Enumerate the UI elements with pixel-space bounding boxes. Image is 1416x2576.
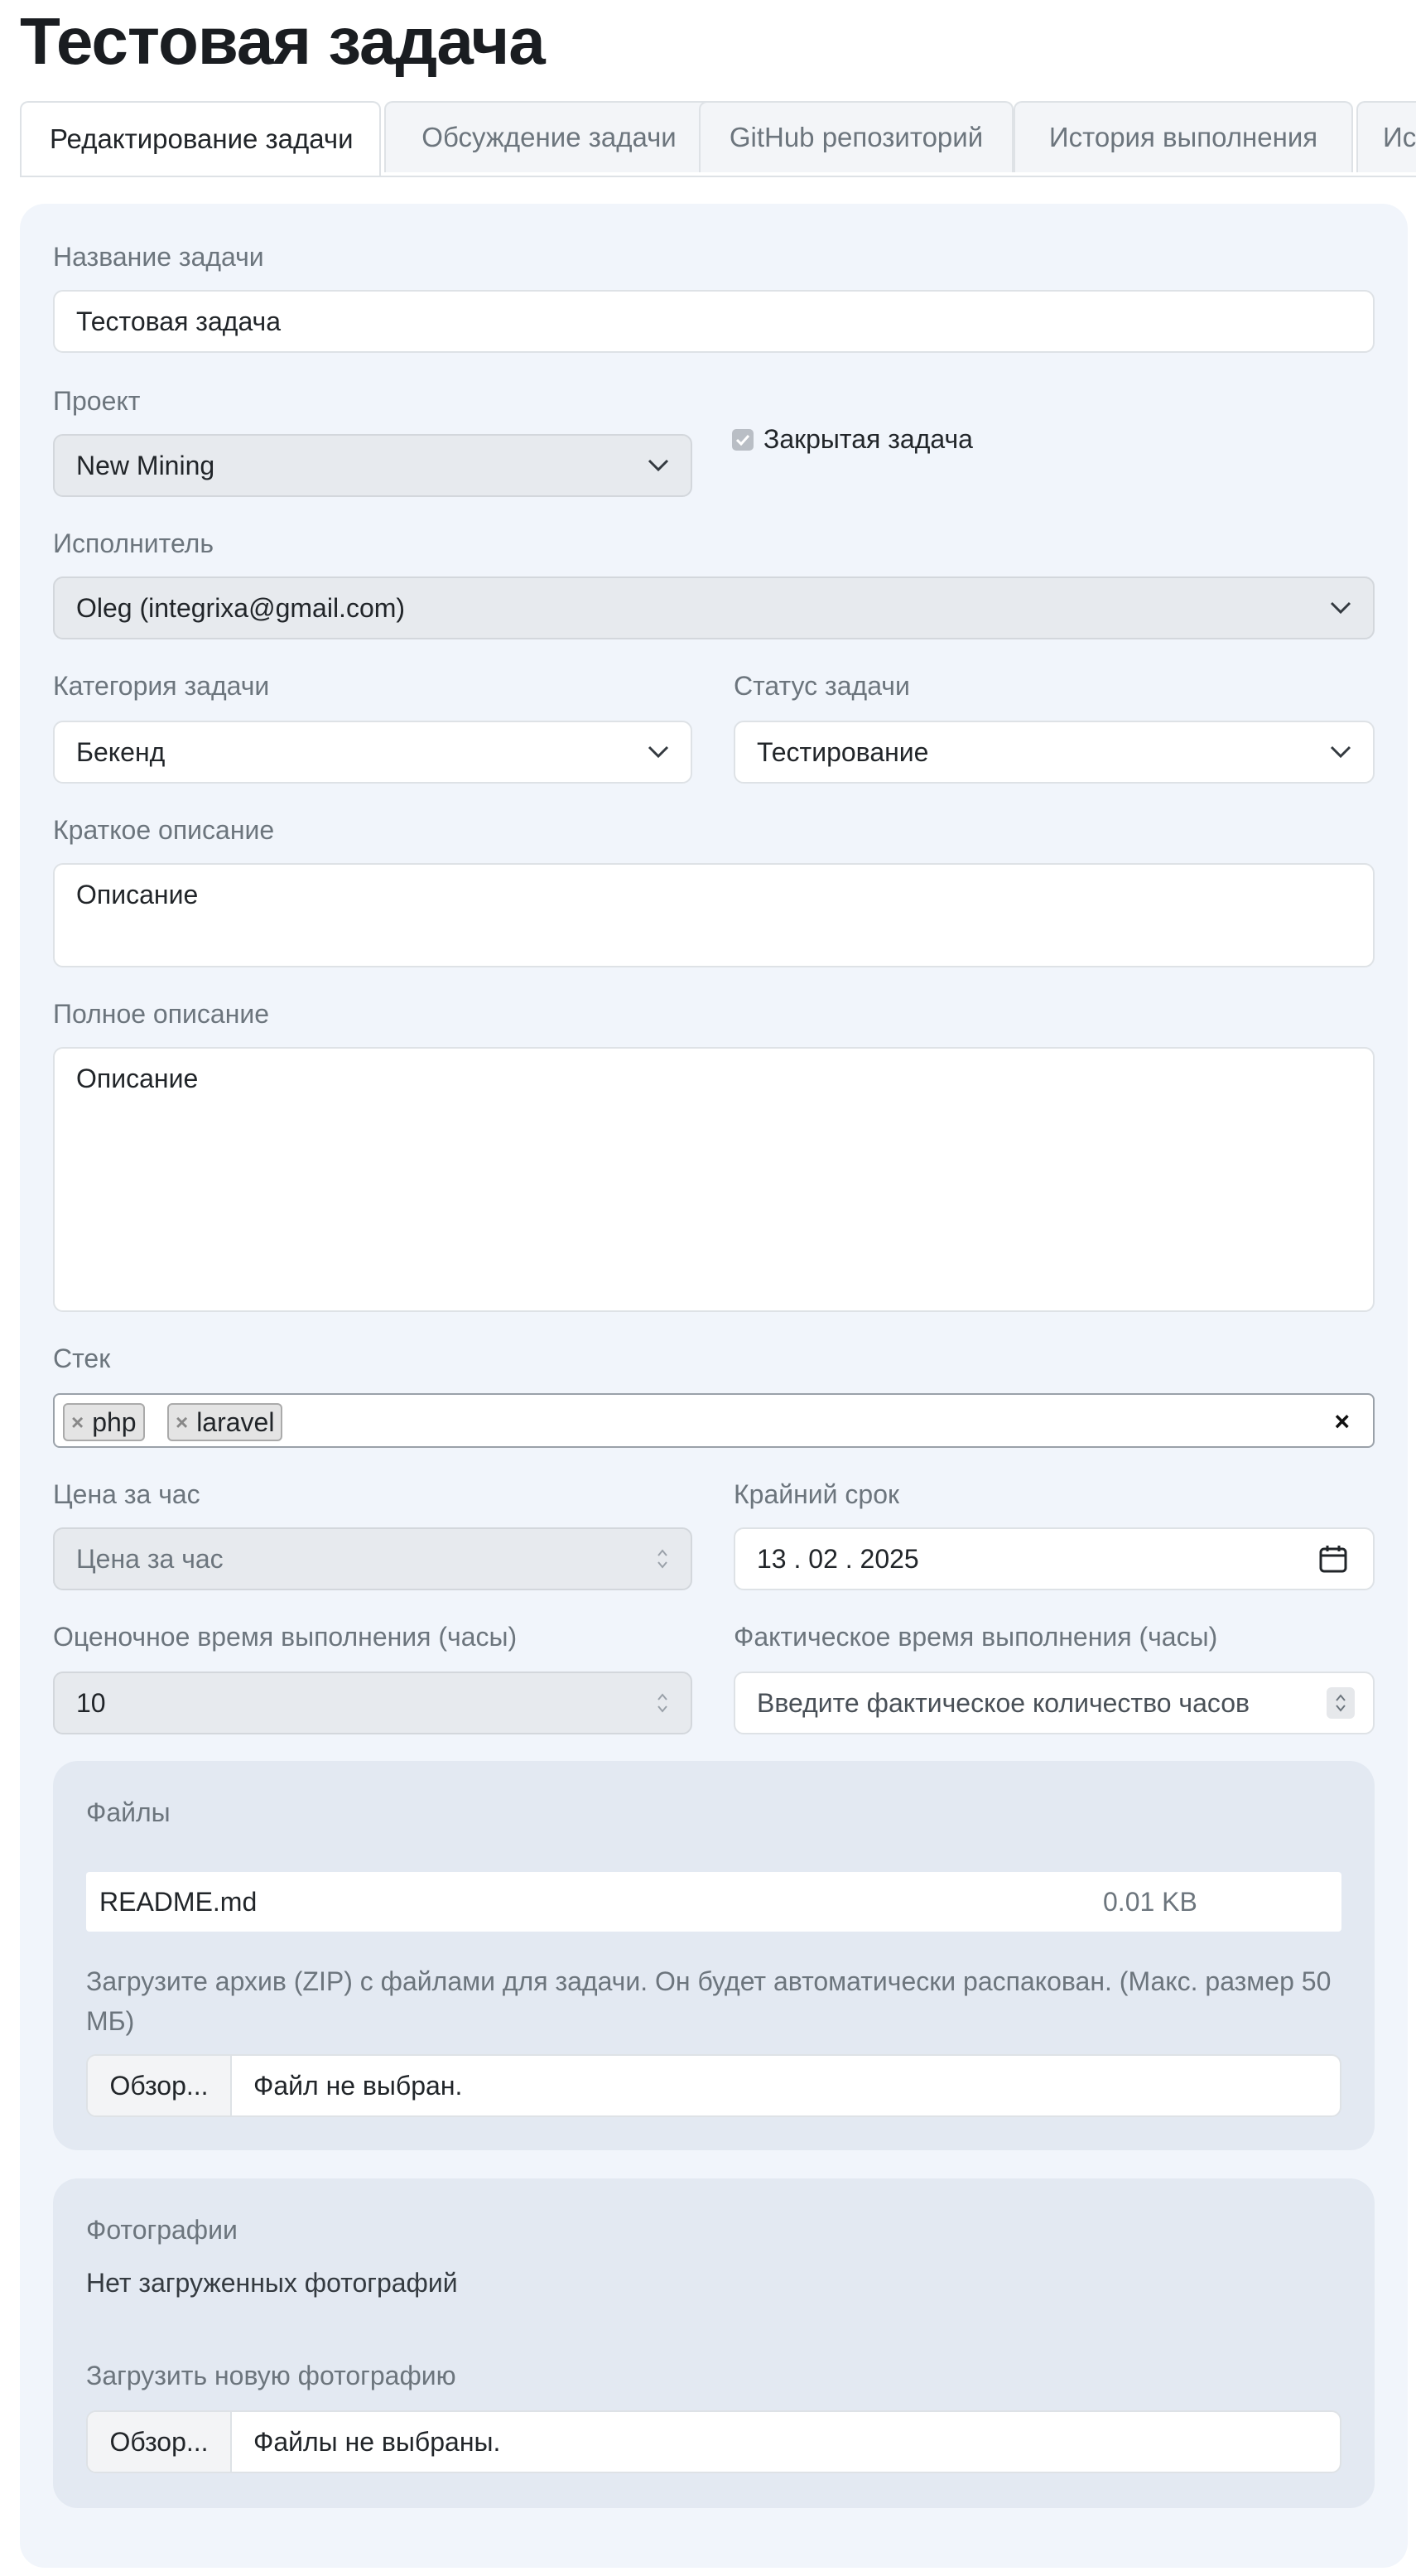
photos-title: Фотографии (86, 2215, 238, 2245)
status-label: Статус задачи (734, 671, 910, 701)
project-select[interactable]: New Mining (53, 434, 692, 497)
tab-github[interactable]: GitHub репозиторий (699, 101, 1014, 172)
files-browse-button[interactable]: Обзор... (88, 2056, 232, 2115)
tab-history-more[interactable]: Ист (1356, 101, 1416, 172)
stack-tag: × php (63, 1403, 145, 1441)
file-size: 0.01 KB (1103, 1886, 1197, 1917)
stack-tag-label: laravel (196, 1406, 275, 1437)
actual-hours-placeholder: Введите фактическое количество часов (757, 1687, 1250, 1718)
files-title: Файлы (86, 1797, 171, 1827)
photo-upload-label: Загрузить новую фотографию (86, 2361, 456, 2390)
actual-hours-input[interactable]: Введите фактическое количество часов (734, 1672, 1375, 1734)
status-select[interactable]: Тестирование (734, 721, 1375, 784)
tabs-bar: Редактирование задачи Обсуждение задачи … (20, 101, 1416, 177)
task-name-label: Название задачи (53, 242, 264, 272)
tab-discussion[interactable]: Обсуждение задачи (384, 101, 714, 172)
full-desc-textarea[interactable]: Описание (53, 1047, 1375, 1312)
chevron-down-icon (648, 459, 669, 472)
assignee-label: Исполнитель (53, 528, 214, 558)
estimated-hours-input[interactable]: 10 (53, 1672, 692, 1734)
file-name[interactable]: README.md (99, 1887, 257, 1918)
stack-tag-label: php (92, 1406, 137, 1437)
photo-selected-text: Файлы не выбраны. (253, 2426, 501, 2457)
stack-label: Стек (53, 1343, 111, 1373)
task-name-value: Тестовая задача (76, 306, 281, 336)
photos-empty-text: Нет загруженных фотографий (86, 2268, 458, 2298)
files-upload-input[interactable]: Обзор... Файл не выбран. (86, 2054, 1341, 2117)
chevron-down-icon (648, 745, 669, 759)
short-desc-value: Описание (76, 880, 199, 909)
stack-tag: × laravel (167, 1403, 283, 1441)
page-title: Тестовая задача (20, 4, 546, 78)
deadline-value: 13 . 02 . 2025 (757, 1543, 919, 1574)
photo-browse-button[interactable]: Обзор... (88, 2412, 232, 2472)
category-select[interactable]: Бекенд (53, 721, 692, 784)
hourly-rate-input[interactable]: Цена за час (53, 1527, 692, 1590)
full-desc-label: Полное описание (53, 999, 270, 1029)
clear-tags-icon[interactable]: × (1334, 1406, 1350, 1437)
status-value: Тестирование (757, 736, 929, 767)
hourly-rate-label: Цена за час (53, 1479, 200, 1509)
calendar-icon[interactable] (1318, 1544, 1348, 1574)
stack-tag-input[interactable]: × php × laravel × (53, 1393, 1375, 1448)
photo-upload-input[interactable]: Обзор... Файлы не выбраны. (86, 2410, 1341, 2473)
short-desc-textarea[interactable]: Описание (53, 863, 1375, 967)
actual-hours-label: Фактическое время выполнения (часы) (734, 1622, 1218, 1652)
number-spinner-icon (657, 1549, 667, 1569)
photos-section: Фотографии Нет загруженных фотографий За… (53, 2178, 1375, 2508)
assignee-select[interactable]: Oleg (integrixa@gmail.com) (53, 576, 1375, 639)
closed-task-label: Закрытая задача (763, 424, 973, 454)
project-value: New Mining (76, 450, 215, 480)
category-label: Категория задачи (53, 671, 270, 701)
full-desc-value: Описание (76, 1064, 199, 1093)
closed-task-checkbox-row[interactable]: Закрытая задача (732, 424, 973, 455)
file-row: README.md 0.01 KB (86, 1872, 1341, 1932)
task-edit-page: Тестовая задача Редактирование задачи Об… (0, 0, 1416, 2576)
tag-remove-icon[interactable]: × (71, 1410, 84, 1435)
chevron-down-icon (1330, 745, 1351, 759)
project-label: Проект (53, 386, 141, 416)
checkmark-icon (735, 434, 750, 446)
short-desc-label: Краткое описание (53, 815, 275, 845)
deadline-label: Крайний срок (734, 1479, 900, 1509)
hourly-rate-placeholder: Цена за час (76, 1543, 224, 1574)
closed-task-checkbox[interactable] (732, 428, 754, 451)
tab-edit-task[interactable]: Редактирование задачи (20, 101, 381, 176)
number-spinner-icon (657, 1693, 667, 1713)
files-hint: Загрузите архив (ZIP) с файлами для зада… (86, 1966, 1332, 2036)
assignee-value: Oleg (integrixa@gmail.com) (76, 592, 406, 623)
deadline-date-input[interactable]: 13 . 02 . 2025 (734, 1527, 1375, 1590)
tag-remove-icon[interactable]: × (176, 1410, 188, 1435)
tab-history[interactable]: История выполнения (1014, 101, 1353, 172)
files-selected-text: Файл не выбран. (253, 2070, 463, 2101)
files-section: Файлы README.md 0.01 KB Загрузите архив … (53, 1761, 1375, 2150)
task-name-input[interactable]: Тестовая задача (53, 290, 1375, 353)
estimated-hours-value: 10 (76, 1687, 106, 1718)
estimated-hours-label: Оценочное время выполнения (часы) (53, 1622, 518, 1652)
number-spinner-icon[interactable] (1327, 1687, 1355, 1719)
category-value: Бекенд (76, 736, 166, 767)
chevron-down-icon (1330, 601, 1351, 615)
